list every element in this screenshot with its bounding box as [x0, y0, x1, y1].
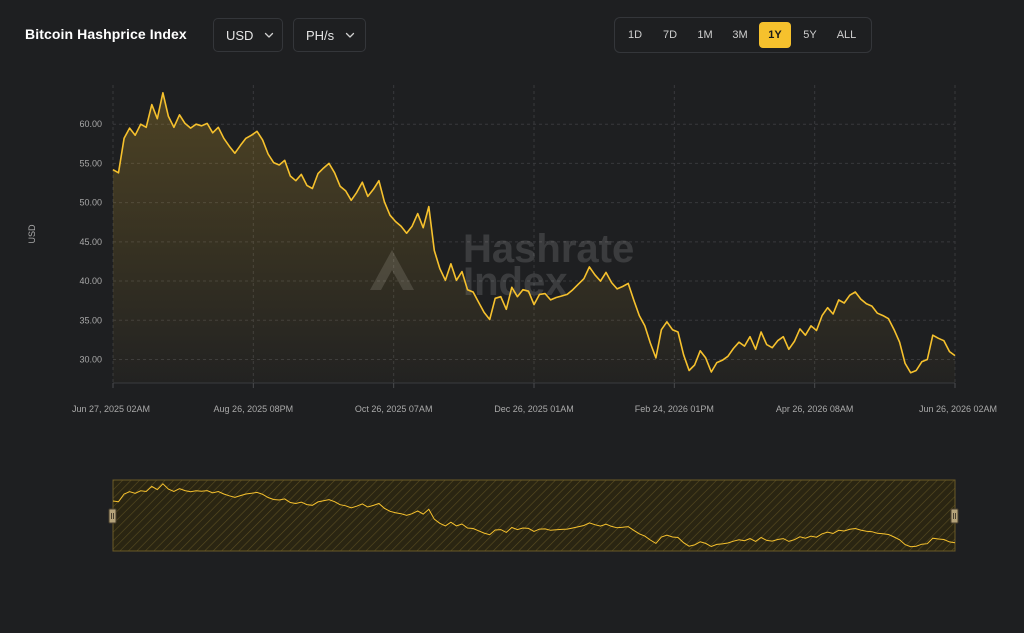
y-tick-label: 50.00 — [79, 198, 102, 208]
y-axis-label: USD — [27, 224, 37, 244]
x-tick-label: Jun 27, 2025 02AM — [72, 404, 150, 414]
x-tick-label: Oct 26, 2025 07AM — [355, 404, 433, 414]
x-tick-label: Feb 24, 2026 01PM — [635, 404, 714, 414]
x-tick-label: Dec 26, 2025 01AM — [494, 404, 574, 414]
x-tick-label: Aug 26, 2025 08PM — [214, 404, 294, 414]
y-tick-label: 40.00 — [79, 276, 102, 286]
navigator-selection[interactable] — [113, 480, 955, 551]
x-tick-label: Apr 26, 2026 08AM — [776, 404, 854, 414]
hashprice-chart: Hashrate Index 30.0035.0040.0045.0050.00… — [27, 85, 997, 552]
navigator-handle-right[interactable] — [950, 508, 959, 524]
y-tick-label: 55.00 — [79, 158, 102, 168]
y-tick-label: 35.00 — [79, 315, 102, 325]
navigator[interactable] — [108, 479, 959, 552]
x-tick-label: Jun 26, 2026 02AM — [919, 404, 997, 414]
y-tick-label: 60.00 — [79, 119, 102, 129]
navigator-handle-left[interactable] — [108, 508, 117, 524]
y-tick-label: 45.00 — [79, 237, 102, 247]
y-tick-label: 30.00 — [79, 354, 102, 364]
